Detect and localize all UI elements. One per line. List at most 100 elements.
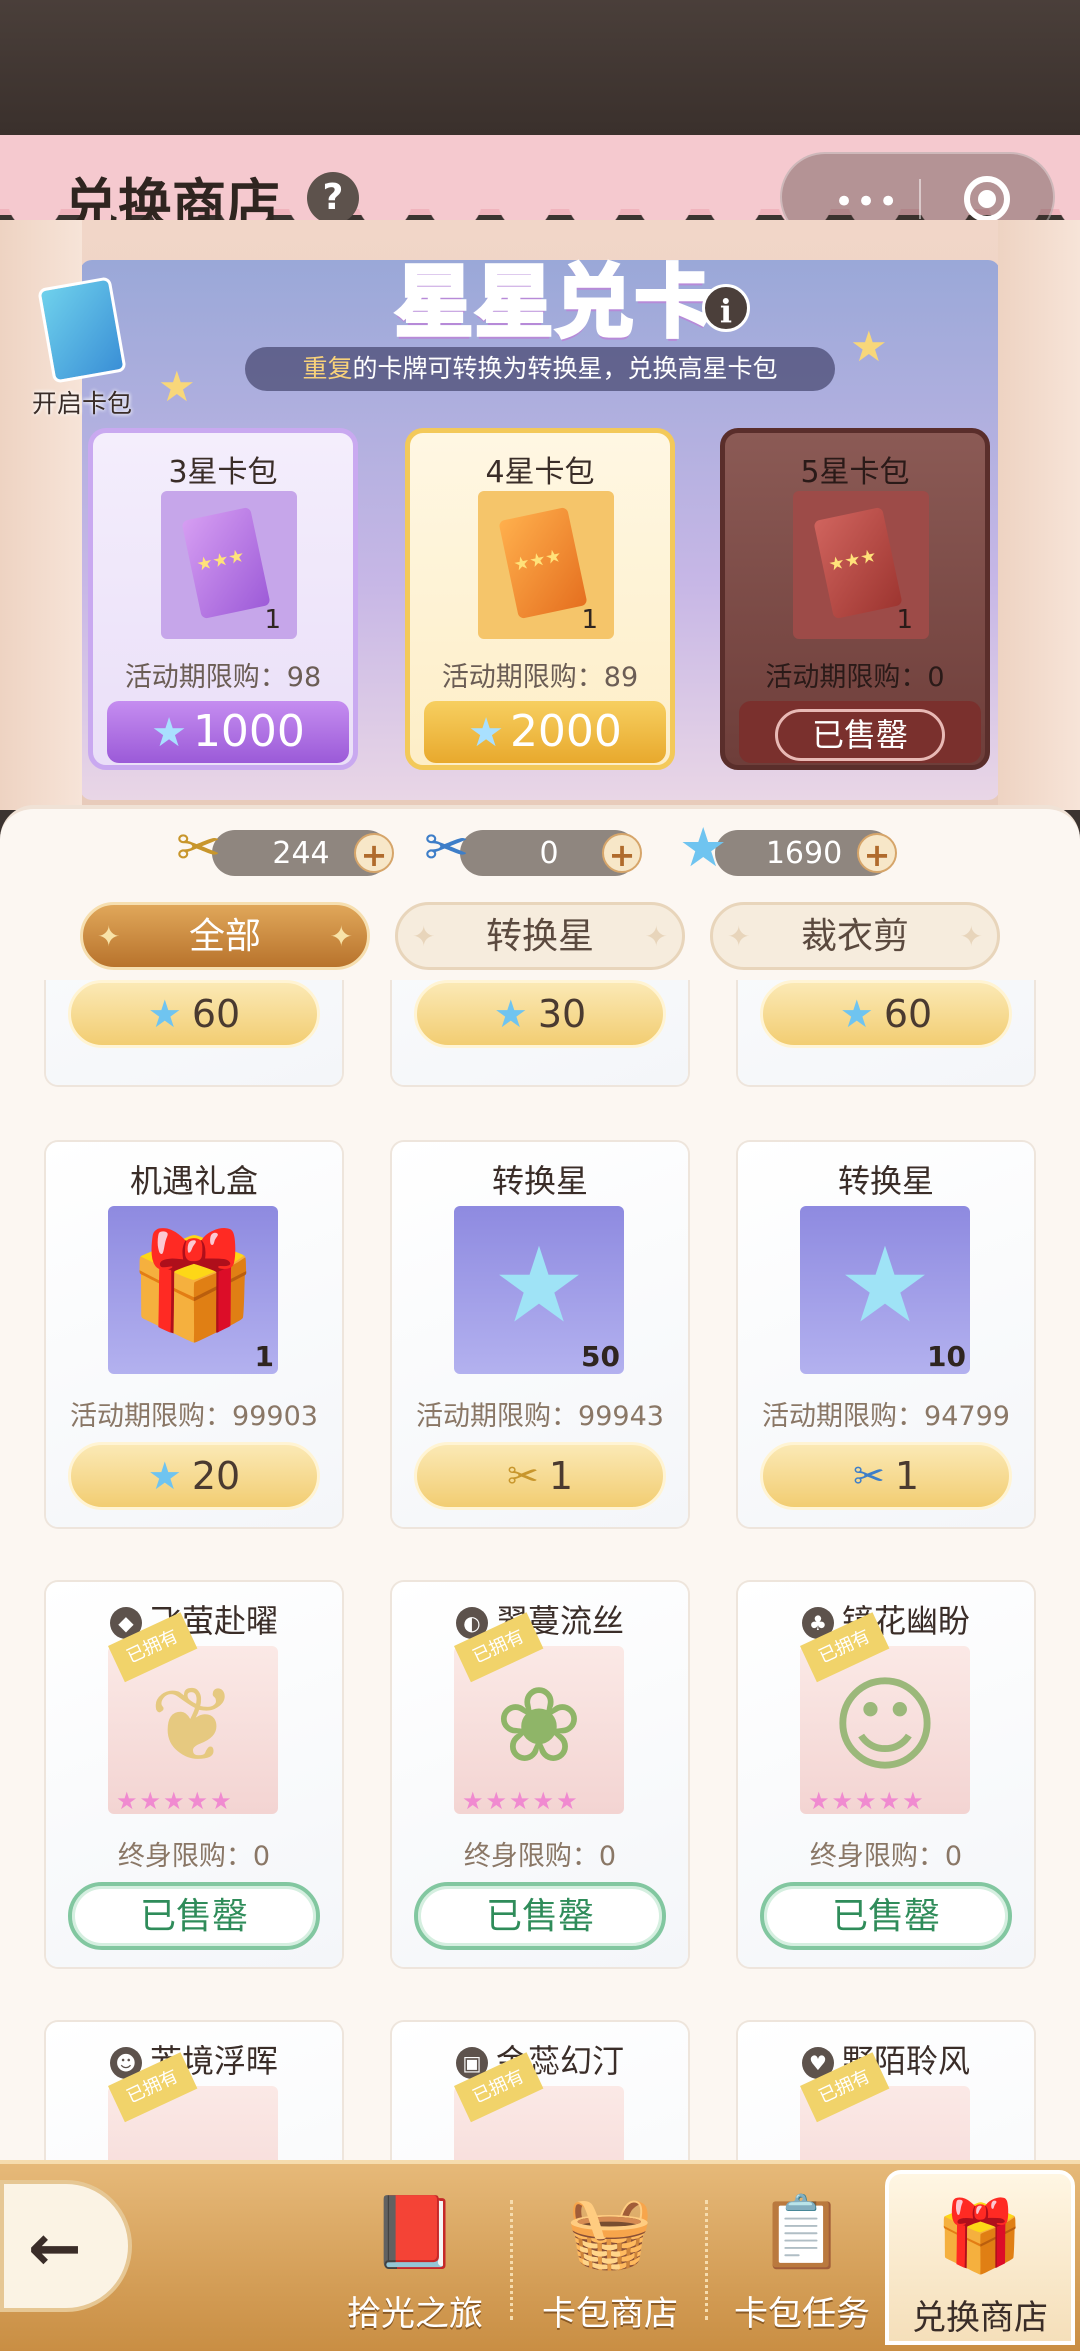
item-name: ◆ 飞萤赴曜 <box>46 1596 342 1642</box>
blue-star-icon: ★ <box>147 1454 182 1498</box>
item-name: 转换星 <box>837 1162 934 1200</box>
decor-star-icon: ★ <box>850 322 888 371</box>
outfit-card[interactable]: ◆ 飞萤赴曜 ❦ 已拥有 ★★★★★ 终身限购：0 已售罄 <box>46 1582 342 1967</box>
price-button[interactable]: ✂ 1 <box>760 1442 1012 1510</box>
portrait-image-icon: ☺ <box>830 1664 940 1786</box>
outfit-card[interactable]: ☻ 芳境浮晖 已拥有 <box>46 2022 342 2160</box>
nav-card-tasks[interactable]: 📋 卡包任务 <box>712 2170 892 2345</box>
currency-blue-scissors: ✂ 0 + <box>424 816 642 879</box>
blue-star-icon: ★ <box>493 992 528 1036</box>
item-limit: 终身限购：0 <box>463 1841 617 1872</box>
sparkle-icon: ✦ <box>644 920 668 953</box>
currency-star: ★ 1690 + <box>679 816 897 879</box>
blue-star-icon: ★ <box>838 1224 932 1346</box>
item-card[interactable]: 机遇礼盒 🎁 1 活动期限购：99903 ★ 20 <box>46 1142 342 1527</box>
item-card[interactable]: ★ 60 <box>46 980 342 1085</box>
capsule-divider <box>919 179 921 219</box>
add-currency-button[interactable]: + <box>354 833 394 874</box>
back-arrow-icon: ← <box>28 2212 82 2286</box>
pack-price-button[interactable]: ★ 1000 <box>107 701 349 763</box>
back-button[interactable]: ← <box>0 2180 132 2312</box>
sparkle-icon: ✦ <box>727 920 751 953</box>
outfit-card[interactable]: ▣ 金蕊幻汀 已拥有 <box>392 2022 688 2160</box>
item-limit: 活动期限购：94799 <box>762 1401 1010 1432</box>
item-qty: 1 <box>254 1340 274 1373</box>
nav-label: 卡包任务 <box>734 2294 870 2334</box>
decor-star-icon: ★ <box>158 362 196 411</box>
blue-star-icon: ★ <box>839 992 874 1036</box>
more-dots-icon[interactable]: ••• <box>834 182 900 222</box>
add-currency-button[interactable]: + <box>857 833 897 874</box>
blue-star-icon: ★ <box>147 992 182 1036</box>
item-card[interactable]: 转换星 ★ 50 活动期限购：99943 ✂ 1 <box>392 1142 688 1527</box>
outfit-card[interactable]: ♣ 镜花幽盼 ☺ 已拥有 ★★★★★ 终身限购：0 已售罄 <box>738 1582 1034 1967</box>
pack-card-5star[interactable]: 5星卡包 1 活动期限购：0 已售罄 <box>720 428 990 770</box>
pack-limit: 活动期限购：89 <box>441 662 639 693</box>
item-name: ◐ 翠蔓流丝 <box>392 1596 688 1642</box>
tab-conversion-star[interactable]: ✦ 转换星 ✦ <box>395 902 685 970</box>
open-pack-label: 开启卡包 <box>31 389 132 418</box>
pack-name: 4星卡包 <box>485 455 595 490</box>
blue-star-icon: ★ <box>492 1224 586 1346</box>
item-limit: 终身限购：0 <box>809 1841 963 1872</box>
nav-journey[interactable]: 📕 拾光之旅 <box>325 2170 505 2345</box>
target-close-icon[interactable] <box>964 176 1010 222</box>
nav-label: 拾光之旅 <box>347 2294 483 2334</box>
pack-qty: 1 <box>581 605 598 635</box>
pack-qty: 1 <box>896 605 913 635</box>
blue-star-icon: ★ <box>151 710 187 756</box>
event-logo: 星星兑卡 <box>393 256 716 350</box>
nav-separator <box>705 2200 708 2320</box>
card-pack-icon <box>37 276 127 384</box>
sparkle-icon: ✦ <box>959 920 983 953</box>
currency-gold-scissors: ✂ 244 + <box>176 816 394 879</box>
blue-scissors-icon: ✂ <box>852 1454 885 1498</box>
exchange-shop-icon: 🎁 <box>936 2195 1024 2277</box>
item-name: 转换星 <box>491 1162 588 1200</box>
soldout-button: 已售罄 <box>68 1882 320 1950</box>
pack-qty: 1 <box>264 605 281 635</box>
outfit-card[interactable]: ♥ 野陌聆风 已拥有 <box>738 2022 1034 2160</box>
card-pack-icon <box>181 506 271 620</box>
add-currency-button[interactable]: + <box>602 833 642 874</box>
item-card[interactable]: ★ 30 <box>392 980 688 1085</box>
item-image: 🎁 <box>108 1206 278 1374</box>
price-button[interactable]: ★ 60 <box>68 980 320 1048</box>
item-qty: 50 <box>581 1340 620 1373</box>
nav-label: 兑换商店 <box>912 2298 1048 2338</box>
rarity-stars: ★★★★★ <box>808 1787 926 1815</box>
task-clipboard-icon: 📋 <box>758 2191 846 2273</box>
mystery-gift-box-icon: 🎁 <box>128 1224 258 1346</box>
item-limit: 终身限购：0 <box>117 1841 271 1872</box>
journey-book-icon: 📕 <box>371 2191 459 2273</box>
card-pack-icon <box>498 506 588 620</box>
open-pack-button[interactable]: 开启卡包 <box>22 276 142 420</box>
nav-exchange-shop[interactable]: 🎁 兑换商店 <box>885 2170 1075 2345</box>
price-button[interactable]: ✂ 1 <box>414 1442 666 1510</box>
blue-star-icon: ★ <box>468 710 504 756</box>
question-icon[interactable]: ? <box>307 172 359 224</box>
item-grid: ★ 60 ★ 30 ★ 60 机遇礼盒 🎁 1 活动期限购：99903 ★ 20 转换星… <box>0 980 1080 2160</box>
soldout-button: 已售罄 <box>414 1882 666 1950</box>
outfit-card[interactable]: ◐ 翠蔓流丝 ❀ 已拥有 ★★★★★ 终身限购：0 已售罄 <box>392 1582 688 1967</box>
tab-scissors[interactable]: ✦ 裁衣剪 ✦ <box>710 902 1000 970</box>
item-name: ☻ 芳境浮晖 <box>46 2036 342 2082</box>
price-button[interactable]: ★ 20 <box>68 1442 320 1510</box>
tab-all[interactable]: ✦ 全部 ✦ <box>80 902 370 970</box>
pack-price-button[interactable]: ★ 2000 <box>424 701 666 763</box>
rarity-stars: ★★★★★ <box>462 1787 580 1815</box>
price-button[interactable]: ★ 30 <box>414 980 666 1048</box>
item-limit: 活动期限购：99943 <box>416 1401 664 1432</box>
info-icon[interactable]: i <box>702 284 750 332</box>
pack-limit: 活动期限购：98 <box>124 662 322 693</box>
item-name: ♥ 野陌聆风 <box>738 2036 1034 2082</box>
pack-card-4star[interactable]: 4星卡包 1 活动期限购：89 ★2000 <box>405 428 675 770</box>
nav-card-shop[interactable]: 🧺 卡包商店 <box>520 2170 700 2345</box>
item-card[interactable]: 转换星 ★ 10 活动期限购：94799 ✂ 1 <box>738 1142 1034 1527</box>
card-pack-icon <box>813 506 903 620</box>
item-card[interactable]: ★ 60 <box>738 980 1034 1085</box>
pack-card-3star[interactable]: 3星卡包 1 活动期限购：98 ★1000 <box>88 428 358 770</box>
item-qty: 10 <box>927 1340 966 1373</box>
price-button[interactable]: ★ 60 <box>760 980 1012 1048</box>
rarity-stars: ★★★★★ <box>116 1787 234 1815</box>
